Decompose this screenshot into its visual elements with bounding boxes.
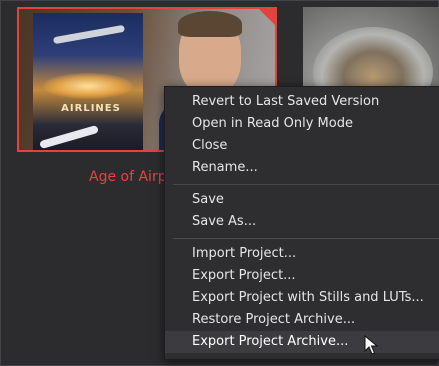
airplane-graphic bbox=[39, 124, 99, 150]
menu-item-export-with-stills-luts[interactable]: Export Project with Stills and LUTs... bbox=[165, 287, 439, 309]
menu-item-rename[interactable]: Rename... bbox=[165, 157, 439, 179]
menu-item-import-project[interactable]: Import Project... bbox=[165, 243, 439, 265]
selected-flag-icon bbox=[259, 9, 275, 25]
poster-title: AIRLINES bbox=[61, 103, 121, 114]
project-context-menu: Revert to Last Saved Version Open in Rea… bbox=[164, 86, 439, 360]
arrow-cursor-icon bbox=[364, 335, 378, 355]
menu-item-close[interactable]: Close bbox=[165, 135, 439, 157]
menu-item-restore-archive[interactable]: Restore Project Archive... bbox=[165, 309, 439, 331]
menu-item-export-archive[interactable]: Export Project Archive... bbox=[165, 331, 439, 353]
menu-item-open-read-only[interactable]: Open in Read Only Mode bbox=[165, 113, 439, 135]
sun-glow bbox=[43, 73, 133, 99]
project-name-label[interactable]: Age of Airp bbox=[89, 169, 167, 185]
menu-item-save-as[interactable]: Save As... bbox=[165, 211, 439, 233]
poster-image: AIRLINES bbox=[33, 13, 143, 150]
menu-item-revert[interactable]: Revert to Last Saved Version bbox=[165, 91, 439, 113]
presenter-hair bbox=[178, 11, 242, 37]
project-manager-panel: AIRLINES Age of Airp Revert to Last Save… bbox=[0, 0, 439, 366]
airplane-graphic bbox=[52, 24, 126, 45]
menu-item-export-project[interactable]: Export Project... bbox=[165, 265, 439, 287]
menu-separator bbox=[173, 184, 439, 185]
menu-separator bbox=[173, 238, 439, 239]
menu-item-save[interactable]: Save bbox=[165, 189, 439, 211]
